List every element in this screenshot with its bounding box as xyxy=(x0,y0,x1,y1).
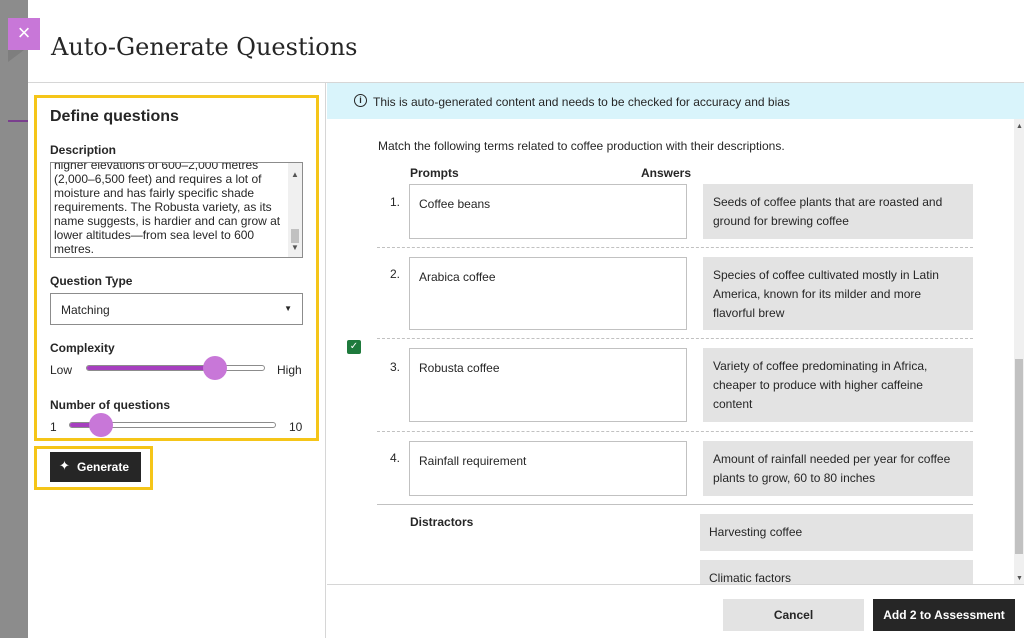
question-content: Match the following terms related to cof… xyxy=(327,119,1024,584)
prompt-field[interactable]: Rainfall requirement xyxy=(409,441,687,496)
description-label: Description xyxy=(50,143,117,157)
close-icon: × xyxy=(17,20,31,45)
sparkle-icon: ✦ xyxy=(59,458,70,473)
description-scrollbar[interactable]: ▲ ▼ xyxy=(288,163,302,257)
complexity-high-label: High xyxy=(277,363,302,377)
backdrop-tab-underline xyxy=(8,120,28,122)
scroll-up-icon[interactable]: ▲ xyxy=(291,168,299,182)
cancel-button[interactable]: Cancel xyxy=(723,599,864,631)
complexity-label: Complexity xyxy=(50,341,115,355)
question-type-label: Question Type xyxy=(50,274,133,288)
question-type-select[interactable]: Matching ▼ xyxy=(50,293,303,325)
question-type-value: Matching xyxy=(61,303,110,317)
answer-field[interactable]: Amount of rainfall needed per year for c… xyxy=(703,441,973,496)
content-scrollbar[interactable]: ▲ ▼ xyxy=(1014,119,1024,584)
description-textarea[interactable]: higher elevations of 600–2,000 metres (2… xyxy=(50,162,303,258)
complexity-slider-handle[interactable] xyxy=(202,356,227,380)
number-max-label: 10 xyxy=(289,420,303,434)
answer-field[interactable]: Species of coffee cultivated mostly in L… xyxy=(703,257,973,330)
scroll-up-icon[interactable]: ▲ xyxy=(1016,123,1023,130)
backdrop xyxy=(0,0,28,638)
pair-number: 2. xyxy=(390,267,401,281)
question-instruction: Match the following terms related to cof… xyxy=(378,139,785,153)
pair-number: 4. xyxy=(390,451,401,465)
complexity-slider-fill xyxy=(87,366,216,370)
description-text: higher elevations of 600–2,000 metres (2… xyxy=(54,162,281,256)
row-divider xyxy=(377,338,973,339)
prompt-field[interactable]: Coffee beans xyxy=(409,184,687,239)
chevron-down-icon: ▼ xyxy=(284,304,292,313)
scroll-down-icon[interactable]: ▼ xyxy=(291,241,299,255)
distractors-header: Distractors xyxy=(410,515,474,529)
prompts-header: Prompts xyxy=(410,166,459,180)
info-banner-text: This is auto-generated content and needs… xyxy=(373,95,790,109)
close-button[interactable]: × xyxy=(8,18,40,50)
complexity-low-label: Low xyxy=(50,363,73,377)
question-selected-checkbox[interactable]: ✓ xyxy=(347,340,361,354)
add-to-assessment-button[interactable]: Add 2 to Assessment xyxy=(873,599,1015,631)
number-min-label: 1 xyxy=(50,420,57,434)
dialog-footer: Cancel Add 2 to Assessment xyxy=(327,584,1024,638)
pair-number: 3. xyxy=(390,360,401,374)
row-divider xyxy=(377,247,973,248)
distractor-field[interactable]: Climatic factors xyxy=(700,560,973,584)
generate-button[interactable]: ✦ Generate xyxy=(50,452,141,482)
answer-field[interactable]: Variety of coffee predominating in Afric… xyxy=(703,348,973,422)
answers-header: Answers xyxy=(641,166,692,180)
define-questions-heading: Define questions xyxy=(50,108,179,125)
dialog-title: Auto-Generate Questions xyxy=(51,33,358,61)
row-divider xyxy=(377,431,973,432)
prompt-field[interactable]: Arabica coffee xyxy=(409,257,687,330)
close-button-notch xyxy=(8,50,24,62)
content-scroll-thumb[interactable] xyxy=(1015,359,1023,554)
distractor-field[interactable]: Harvesting coffee xyxy=(700,514,973,551)
scroll-down-icon[interactable]: ▼ xyxy=(1016,575,1023,582)
info-banner: i This is auto-generated content and nee… xyxy=(327,83,1024,119)
prompt-field[interactable]: Robusta coffee xyxy=(409,348,687,422)
info-icon: i xyxy=(354,94,367,107)
answer-field[interactable]: Seeds of coffee plants that are roasted … xyxy=(703,184,973,239)
number-of-questions-label: Number of questions xyxy=(50,398,171,412)
complexity-slider-track[interactable] xyxy=(86,365,265,371)
generate-label: Generate xyxy=(77,460,130,474)
pair-number: 1. xyxy=(390,195,401,209)
number-slider-handle[interactable] xyxy=(88,413,113,437)
distractors-divider xyxy=(377,504,973,505)
